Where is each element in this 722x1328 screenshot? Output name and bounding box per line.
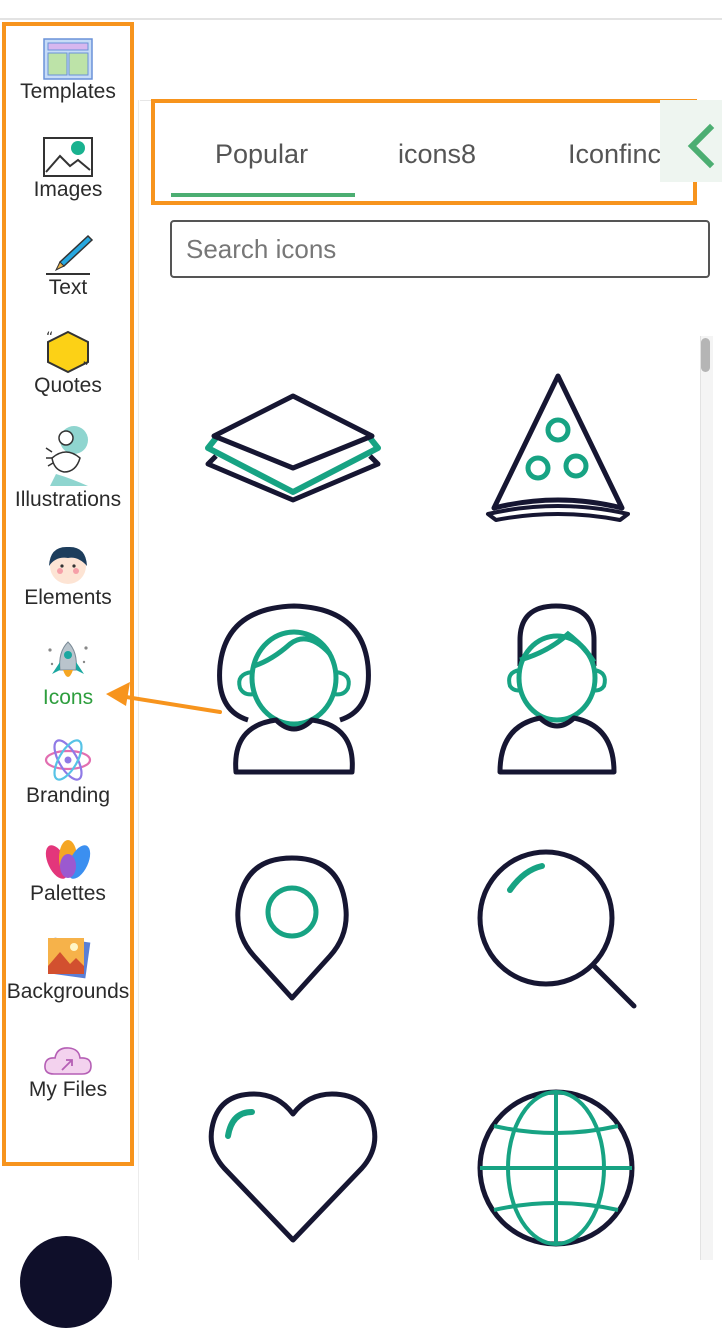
- magnifier-icon[interactable]: [472, 844, 642, 1014]
- tab-iconfinder[interactable]: Iconfinc: [568, 139, 661, 170]
- top-divider: [0, 18, 722, 20]
- avatar[interactable]: [20, 1236, 112, 1328]
- sidebar-item-label: Illustrations: [14, 488, 122, 511]
- landscape-background-icon: [48, 937, 91, 979]
- pen-icon: [46, 234, 94, 275]
- cloud-upload-icon: [44, 1047, 92, 1075]
- sidebar-item-label: My Files: [28, 1078, 108, 1101]
- tab-popular[interactable]: Popular: [215, 139, 308, 170]
- sidebar-item-label: Elements: [24, 586, 112, 609]
- sidebar-item-label: Text: [48, 276, 88, 299]
- active-tab-indicator: [171, 193, 355, 197]
- palette-petals-icon: [45, 840, 91, 879]
- location-pin-icon[interactable]: [232, 852, 352, 1004]
- sidebar-item-illustrations[interactable]: Illustrations: [6, 424, 130, 512]
- sidebar-item-label: Palettes: [30, 882, 106, 905]
- sidebar-item-text[interactable]: Text: [6, 234, 130, 300]
- chevron-left-icon: [687, 123, 715, 169]
- sidebar-nav: Templates Images Text “ ” Quotes Illustr…: [2, 22, 134, 1166]
- sidebar-item-palettes[interactable]: Palettes: [6, 838, 130, 906]
- sidebar-item-label: Images: [33, 178, 103, 201]
- sidebar-item-backgrounds[interactable]: Backgrounds: [6, 934, 130, 1004]
- scrollbar-thumb[interactable]: [701, 338, 710, 372]
- face-element-icon: [49, 546, 87, 584]
- rocket-icon: [48, 641, 88, 677]
- svg-text:”: ”: [82, 360, 89, 374]
- sidebar-item-label: Branding: [25, 784, 111, 807]
- sidebar-item-label: Templates: [20, 80, 116, 103]
- sidebar-item-elements[interactable]: Elements: [6, 544, 130, 610]
- tab-icons8[interactable]: icons8: [398, 139, 476, 170]
- sidebar-item-quotes[interactable]: “ ” Quotes: [6, 330, 130, 398]
- tab-bar: Popular icons8 Iconfinc: [151, 99, 697, 205]
- templates-icon: [43, 38, 93, 80]
- sidebar-item-images[interactable]: Images: [6, 136, 130, 202]
- man-user-icon[interactable]: [494, 600, 620, 778]
- search-input[interactable]: [170, 220, 710, 278]
- sidebar-item-templates[interactable]: Templates: [6, 38, 130, 104]
- annotation-arrow-icon: [106, 682, 222, 714]
- tab-scroll-left-button[interactable]: [660, 100, 722, 182]
- sidebar-item-my-files[interactable]: My Files: [6, 1044, 130, 1102]
- svg-text:“: “: [46, 330, 53, 346]
- image-icon: [43, 137, 93, 177]
- woman-user-icon[interactable]: [212, 600, 376, 778]
- sidebar-item-label: Quotes: [34, 374, 102, 397]
- illustration-person-icon: [45, 426, 88, 486]
- sidebar-item-label: Backgrounds: [6, 980, 130, 1003]
- globe-icon[interactable]: [474, 1086, 638, 1250]
- pizza-slice-icon[interactable]: [484, 368, 632, 528]
- quote-hexagon-icon: “ ”: [46, 330, 89, 374]
- layers-icon[interactable]: [200, 390, 386, 510]
- sidebar-item-branding[interactable]: Branding: [6, 736, 130, 808]
- heart-icon[interactable]: [206, 1088, 380, 1248]
- scrollbar-track[interactable]: [700, 336, 713, 1260]
- atom-branding-icon: [44, 739, 92, 781]
